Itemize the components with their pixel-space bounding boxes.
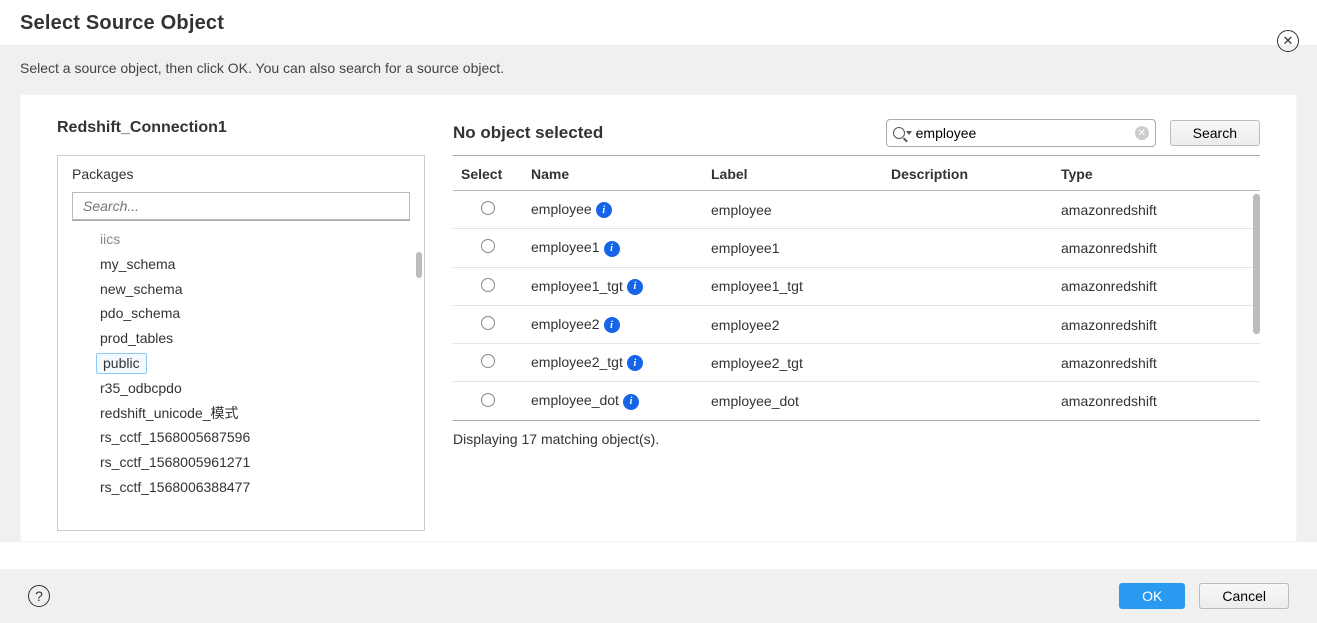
close-icon[interactable]: ✕ bbox=[1277, 30, 1299, 52]
row-description bbox=[883, 344, 1053, 382]
row-radio[interactable] bbox=[481, 239, 495, 253]
chevron-down-icon[interactable] bbox=[906, 131, 912, 135]
row-label: employee1_tgt bbox=[703, 267, 883, 305]
ok-button[interactable]: OK bbox=[1119, 583, 1185, 609]
tree-item[interactable]: rs_cctf_1568006388477 bbox=[96, 475, 410, 500]
row-type: amazonredshift bbox=[1053, 191, 1260, 229]
row-type: amazonredshift bbox=[1053, 344, 1260, 382]
row-label: employee bbox=[703, 191, 883, 229]
row-name: employee2_tgt bbox=[531, 354, 623, 370]
info-icon[interactable]: i bbox=[604, 241, 620, 257]
row-radio[interactable] bbox=[481, 278, 495, 292]
dialog-title: Select Source Object bbox=[0, 0, 1317, 46]
result-summary: Displaying 17 matching object(s). bbox=[453, 421, 1260, 447]
main-panel: Redshift_Connection1 Packages iicsmy_sch… bbox=[20, 94, 1297, 542]
info-icon[interactable]: i bbox=[596, 202, 612, 218]
col-header-label: Label bbox=[703, 156, 883, 191]
col-header-type: Type bbox=[1053, 156, 1260, 191]
col-header-select: Select bbox=[453, 156, 523, 191]
info-icon[interactable]: i bbox=[627, 355, 643, 371]
row-description bbox=[883, 229, 1053, 267]
results-table-wrap: Select Name Label Description Type emplo… bbox=[453, 155, 1260, 421]
row-type: amazonredshift bbox=[1053, 229, 1260, 267]
table-row[interactable]: employee1_tgtiemployee1_tgtamazonredshif… bbox=[453, 267, 1260, 305]
tree-item[interactable]: redshift_unicode_模式 bbox=[96, 401, 410, 426]
cancel-button[interactable]: Cancel bbox=[1199, 583, 1289, 609]
row-description bbox=[883, 191, 1053, 229]
clear-search-icon[interactable]: ✕ bbox=[1135, 126, 1149, 140]
row-description bbox=[883, 382, 1053, 420]
row-type: amazonredshift bbox=[1053, 382, 1260, 420]
row-radio[interactable] bbox=[481, 201, 495, 215]
tree-item[interactable]: pdo_schema bbox=[96, 301, 410, 326]
objects-column: No object selected ✕ Search bbox=[453, 119, 1260, 531]
dialog-footer: ? OK Cancel bbox=[0, 569, 1317, 623]
tree-item[interactable]: rs_cctf_1568005961271 bbox=[96, 450, 410, 475]
table-row[interactable]: employee1iemployee1amazonredshift bbox=[453, 229, 1260, 267]
row-name: employee_dot bbox=[531, 392, 619, 408]
packages-column: Redshift_Connection1 Packages iicsmy_sch… bbox=[57, 119, 425, 531]
object-search-input[interactable] bbox=[916, 125, 1131, 141]
info-icon[interactable]: i bbox=[604, 317, 620, 333]
row-label: employee2 bbox=[703, 305, 883, 343]
row-radio[interactable] bbox=[481, 316, 495, 330]
dialog-subtitle: Select a source object, then click OK. Y… bbox=[0, 46, 1317, 94]
row-name: employee1_tgt bbox=[531, 278, 623, 294]
table-scrollbar[interactable] bbox=[1253, 194, 1260, 334]
row-radio[interactable] bbox=[481, 354, 495, 368]
info-icon[interactable]: i bbox=[627, 279, 643, 295]
tree-item[interactable]: rs_cctf_1568005687596 bbox=[96, 425, 410, 450]
table-row[interactable]: employee_dotiemployee_dotamazonredshift bbox=[453, 382, 1260, 420]
info-icon[interactable]: i bbox=[623, 394, 639, 410]
results-table: Select Name Label Description Type emplo… bbox=[453, 156, 1260, 420]
table-row[interactable]: employee2_tgtiemployee2_tgtamazonredshif… bbox=[453, 344, 1260, 382]
help-icon[interactable]: ? bbox=[28, 585, 50, 607]
row-type: amazonredshift bbox=[1053, 267, 1260, 305]
packages-label: Packages bbox=[72, 166, 410, 182]
tree-item[interactable]: iics bbox=[96, 227, 410, 252]
selection-heading: No object selected bbox=[453, 123, 603, 143]
tree-item[interactable]: public bbox=[96, 353, 147, 374]
table-row[interactable]: employeeiemployeeamazonredshift bbox=[453, 191, 1260, 229]
connection-name: Redshift_Connection1 bbox=[57, 119, 425, 137]
tree-item[interactable]: r35_odbcpdo bbox=[96, 376, 410, 401]
row-label: employee_dot bbox=[703, 382, 883, 420]
row-description bbox=[883, 305, 1053, 343]
packages-tree[interactable]: iicsmy_schemanew_schemapdo_schemaprod_ta… bbox=[72, 227, 410, 530]
tree-item[interactable]: prod_tables bbox=[96, 326, 410, 351]
col-header-description: Description bbox=[883, 156, 1053, 191]
tree-item[interactable]: new_schema bbox=[96, 277, 410, 302]
search-icon[interactable] bbox=[893, 127, 912, 139]
col-header-name: Name bbox=[523, 156, 703, 191]
search-button[interactable]: Search bbox=[1170, 120, 1260, 146]
tree-scrollbar[interactable] bbox=[416, 252, 422, 278]
row-name: employee1 bbox=[531, 239, 600, 255]
row-description bbox=[883, 267, 1053, 305]
packages-box: Packages iicsmy_schemanew_schemapdo_sche… bbox=[57, 155, 425, 531]
row-label: employee1 bbox=[703, 229, 883, 267]
row-radio[interactable] bbox=[481, 393, 495, 407]
row-label: employee2_tgt bbox=[703, 344, 883, 382]
row-name: employee2 bbox=[531, 316, 600, 332]
table-row[interactable]: employee2iemployee2amazonredshift bbox=[453, 305, 1260, 343]
object-search-box: ✕ bbox=[886, 119, 1156, 147]
tree-item[interactable]: my_schema bbox=[96, 252, 410, 277]
row-name: employee bbox=[531, 201, 592, 217]
row-type: amazonredshift bbox=[1053, 305, 1260, 343]
packages-search-input[interactable] bbox=[72, 192, 410, 220]
